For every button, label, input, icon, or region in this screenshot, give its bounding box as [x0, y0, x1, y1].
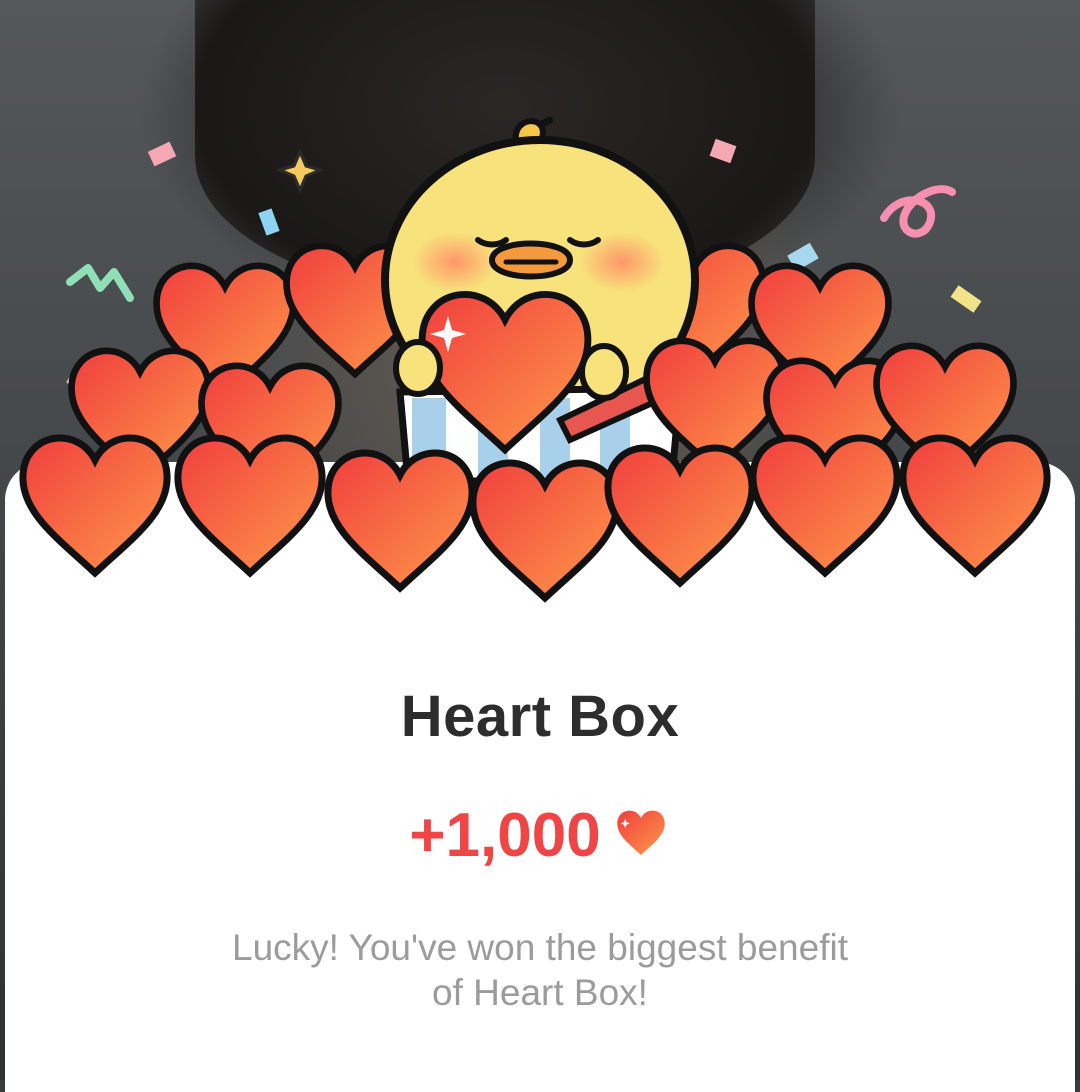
- heart-box-illustration: [0, 116, 1080, 620]
- heart-icon: [616, 810, 665, 855]
- reward-amount: +1,000: [409, 801, 601, 870]
- reward-amount-row: +1,000: [0, 800, 1080, 871]
- win-message: Lucky! You've won the biggest benefit of…: [0, 925, 1080, 1015]
- win-message-line1: Lucky! You've won the biggest benefit: [232, 927, 848, 968]
- popup-title: Heart Box: [400, 684, 680, 749]
- win-message-line2: of Heart Box!: [432, 972, 648, 1013]
